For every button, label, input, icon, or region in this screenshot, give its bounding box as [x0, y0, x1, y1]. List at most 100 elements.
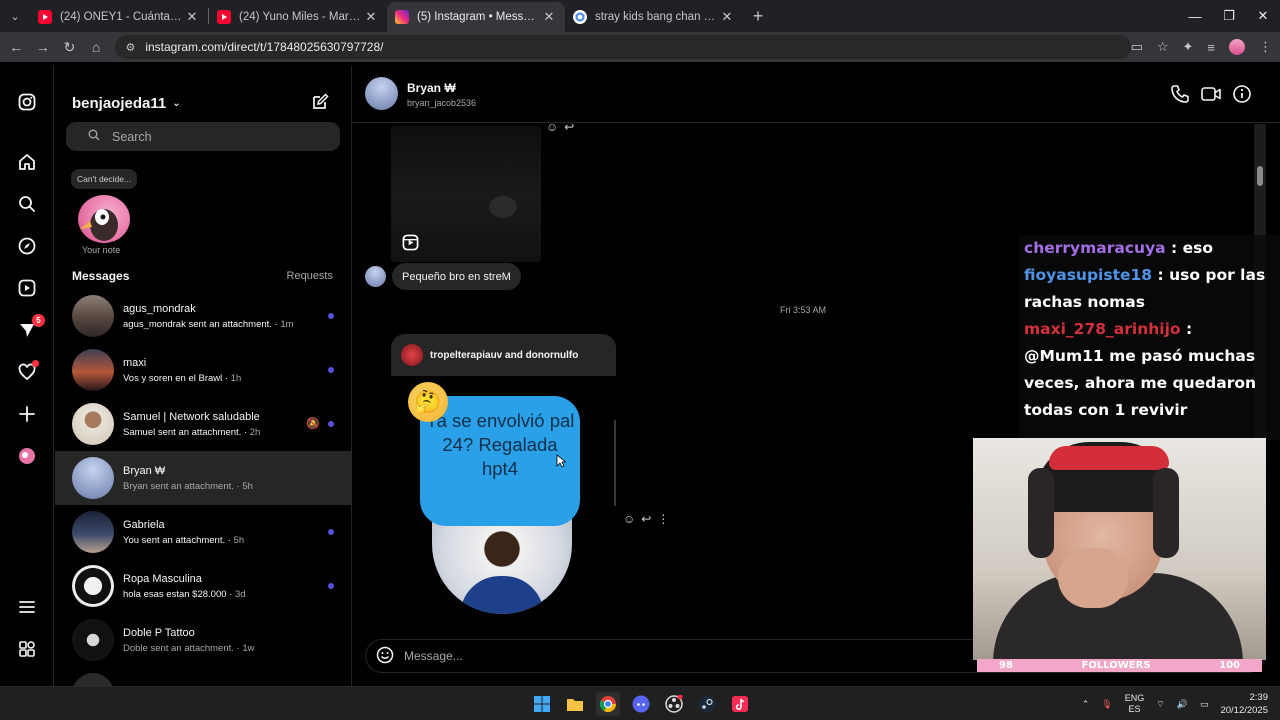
- profile-avatar[interactable]: [1229, 39, 1246, 55]
- start-windows-icon[interactable]: [530, 692, 554, 716]
- reels-icon[interactable]: [17, 278, 37, 298]
- conversation-item[interactable]: Ropa Masculina hola esas estan $28.000 ·…: [55, 559, 351, 613]
- browser-tab-4[interactable]: stray kids bang chan - Buscar c ✕: [565, 2, 743, 32]
- forward-icon[interactable]: →: [30, 32, 57, 62]
- profile-avatar-icon[interactable]: [17, 446, 37, 466]
- browser-tab-2[interactable]: (24) Yuno Miles - Martin Luther ✕: [209, 2, 387, 32]
- reply-icon[interactable]: ↩: [564, 120, 574, 134]
- conversation-item[interactable]: Gabriela You sent an attachment. · 5h: [55, 505, 351, 559]
- tab-search-icon[interactable]: ⌄: [0, 0, 30, 32]
- more-apps-icon[interactable]: [17, 639, 37, 659]
- obs-icon[interactable]: [662, 692, 686, 716]
- discord-icon[interactable]: [629, 692, 653, 716]
- create-plus-icon[interactable]: [17, 404, 37, 424]
- search-placeholder: Search: [112, 129, 152, 144]
- system-tray: ⌃ 🎙 ENG ES ⌔ 🔊 ▭ 2:39 20/12/2025: [1082, 687, 1268, 720]
- conversation-item[interactable]: Samuel | Network saludable Samuel sent a…: [55, 397, 351, 451]
- input-language[interactable]: ENG ES: [1125, 693, 1145, 715]
- search-icon[interactable]: [17, 194, 37, 214]
- conversation-preview: You sent an attachment. · 5h: [123, 534, 245, 546]
- media-divider: [614, 420, 616, 506]
- restore-icon[interactable]: ❐: [1212, 0, 1246, 32]
- close-window-icon[interactable]: ✕: [1246, 0, 1280, 32]
- microphone-icon[interactable]: 🎙: [1101, 699, 1112, 710]
- tiktok-icon[interactable]: [728, 692, 752, 716]
- avatar: [72, 673, 114, 686]
- sticker-photo-suit: [460, 576, 544, 614]
- steam-icon[interactable]: [695, 692, 719, 716]
- reply-icon[interactable]: ↩: [641, 512, 651, 526]
- note-avatar[interactable]: [78, 195, 130, 243]
- windows-taskbar: ⌃ 🎙 ENG ES ⌔ 🔊 ▭ 2:39 20/12/2025: [0, 686, 1280, 720]
- new-message-button[interactable]: [311, 93, 329, 116]
- chevron-up-icon[interactable]: ⌃: [1082, 699, 1090, 710]
- battery-icon[interactable]: ▭: [1200, 699, 1209, 710]
- avatar: [72, 511, 114, 553]
- video-call-icon[interactable]: [1200, 84, 1222, 109]
- shared-post-media[interactable]: Ya se envolvió pal 24? Regalada hpt4 🤔: [408, 382, 588, 617]
- volume-icon[interactable]: 🔊: [1177, 699, 1188, 710]
- instagram-logo-icon[interactable]: [17, 92, 37, 112]
- install-app-icon[interactable]: ▭: [1131, 39, 1143, 55]
- site-info-icon[interactable]: ⚙: [125, 41, 135, 54]
- unread-dot: [328, 367, 334, 373]
- chat-contact-name[interactable]: Bryan ₩: [407, 81, 456, 95]
- instagram-icon: [395, 10, 409, 24]
- explore-icon[interactable]: [17, 236, 37, 256]
- shared-post-header[interactable]: tropelterapiauv and donornulfo: [391, 334, 616, 376]
- conversation-item[interactable]: maxi Vos y soren en el Brawl · 1h: [55, 343, 351, 397]
- home-icon[interactable]: [17, 152, 37, 172]
- address-bar[interactable]: ⚙ instagram.com/direct/t/178480256307977…: [115, 35, 1131, 59]
- wifi-icon[interactable]: ⌔: [1156, 699, 1164, 710]
- minimize-icon[interactable]: —: [1178, 0, 1212, 32]
- hamburger-menu-icon[interactable]: [17, 597, 37, 617]
- media-controls-icon[interactable]: ≡: [1207, 40, 1215, 55]
- stream-chat-line: fioyasupiste18 : uso por las rachas noma…: [1024, 262, 1276, 316]
- new-tab-button[interactable]: +: [743, 6, 773, 27]
- react-emoji-icon[interactable]: ☺: [546, 120, 558, 134]
- messages-icon[interactable]: 5: [17, 314, 45, 340]
- avatar: [72, 457, 114, 499]
- browser-menu-icon[interactable]: ⋮: [1259, 39, 1272, 55]
- chat-contact-username: bryan_jacob2536: [407, 98, 477, 108]
- requests-link[interactable]: Requests: [287, 270, 333, 282]
- account-switcher[interactable]: benjaojeda11 ⌄: [72, 95, 181, 112]
- conversation-preview: hola esas estan $28.000 · 3d: [123, 588, 246, 600]
- message-bubble[interactable]: Pequeño bro en streM: [392, 263, 521, 290]
- react-emoji-icon[interactable]: ☺: [623, 512, 635, 526]
- conversation-name: agus_mondrak: [123, 302, 196, 315]
- close-tab-icon[interactable]: ✕: [363, 9, 379, 25]
- home-icon[interactable]: ⌂: [83, 32, 110, 62]
- clock[interactable]: 2:39 20/12/2025: [1220, 691, 1268, 717]
- browser-tab-3[interactable]: (5) Instagram • Messages ✕: [387, 2, 565, 32]
- conversation-item[interactable]: Doble P Tattoo Doble sent an attachment.…: [55, 613, 351, 667]
- followers-goal-bar: 98 FOLLOWERS 100: [977, 659, 1262, 672]
- reload-icon[interactable]: ↻: [56, 32, 83, 62]
- heart-icon[interactable]: [17, 360, 39, 382]
- chrome-icon[interactable]: [596, 692, 620, 716]
- tab-title: (24) ONEY1 - Cuántas almas pu: [60, 11, 184, 23]
- scrollbar-thumb[interactable]: [1257, 166, 1263, 186]
- phone-call-icon[interactable]: [1170, 84, 1190, 109]
- note-bubble[interactable]: Can't decide...: [71, 169, 138, 189]
- close-tab-icon[interactable]: ✕: [719, 9, 735, 25]
- back-icon[interactable]: ←: [3, 32, 30, 62]
- chat-avatar[interactable]: [365, 77, 398, 110]
- emoji-picker-icon[interactable]: [376, 646, 394, 667]
- browser-tab-1[interactable]: (24) ONEY1 - Cuántas almas pu ✕: [30, 2, 208, 32]
- conversation-item[interactable]: agus_mondrak agus_mondrak sent an attach…: [55, 289, 351, 343]
- shared-post-authors: tropelterapiauv and donornulfo: [430, 349, 579, 361]
- bookmark-star-icon[interactable]: ☆: [1157, 39, 1169, 55]
- conversation-info-icon[interactable]: [1232, 84, 1252, 109]
- conversation-item-partial[interactable]: [55, 667, 351, 686]
- extensions-icon[interactable]: ✦: [1183, 39, 1194, 55]
- close-tab-icon[interactable]: ✕: [541, 9, 557, 25]
- more-options-icon[interactable]: ⋮: [657, 512, 669, 526]
- tab-title: (24) Yuno Miles - Martin Luther: [239, 11, 363, 23]
- file-explorer-icon[interactable]: [563, 692, 587, 716]
- search-input[interactable]: Search: [66, 122, 340, 151]
- conversation-item[interactable]: Bryan ₩ Bryan sent an attachment. · 5h: [55, 451, 351, 505]
- url-text: instagram.com/direct/t/17848025630797728…: [145, 40, 384, 54]
- note-label: Your note: [82, 245, 121, 255]
- close-tab-icon[interactable]: ✕: [184, 9, 200, 25]
